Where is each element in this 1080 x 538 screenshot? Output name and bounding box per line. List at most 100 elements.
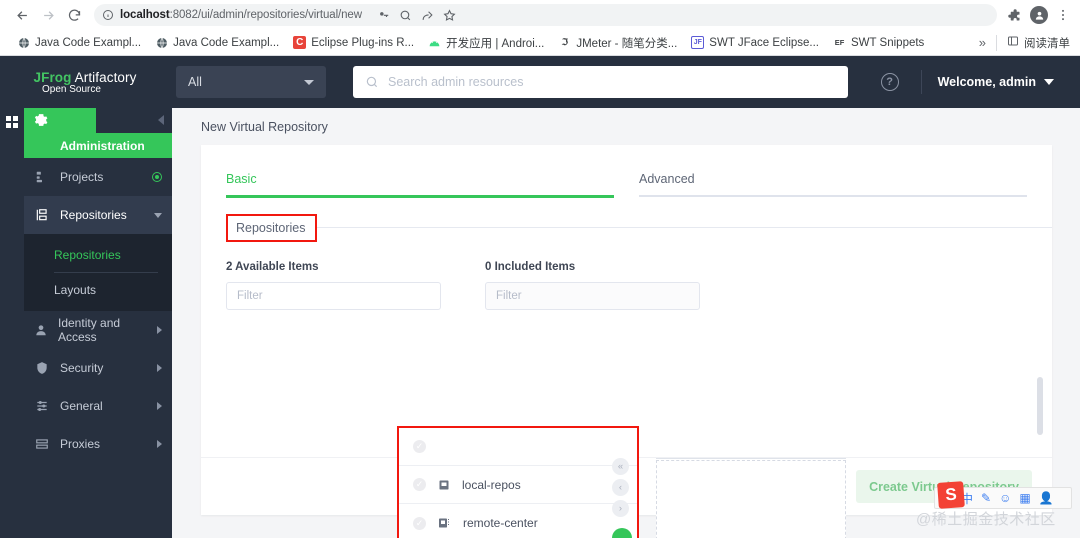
divider	[996, 34, 997, 51]
chevron-left-button[interactable]: ‹	[612, 479, 629, 496]
watermark: @稀土掘金技术社区	[916, 511, 1056, 528]
chevron-down-icon	[154, 212, 162, 218]
user-menu[interactable]: Welcome, admin	[938, 75, 1054, 89]
gear-icon	[34, 113, 48, 129]
emoji-icon[interactable]: ☺	[999, 491, 1011, 505]
included-filter-input[interactable]: Filter	[485, 281, 700, 310]
bookmarks-overflow-group: » 阅读清单	[979, 34, 1070, 51]
admin-search-box[interactable]: Search admin resources	[353, 66, 848, 98]
app-logo-title: JFrog Artifactory	[34, 70, 137, 85]
list-item[interactable]: ✓ local-repos	[399, 466, 637, 504]
module-rail	[0, 108, 24, 538]
bookmarks-overflow-button[interactable]: »	[979, 35, 986, 50]
tab-advanced[interactable]: Advanced	[639, 172, 1027, 198]
sidebar-item-security[interactable]: Security	[24, 349, 172, 387]
collapse-left-icon[interactable]	[158, 115, 164, 125]
user-icon[interactable]: 👤	[1039, 491, 1054, 505]
unchecked-circle-icon[interactable]: ✓	[413, 478, 426, 491]
transfer-buttons: « ‹ ›	[612, 458, 629, 517]
help-circle-icon[interactable]: ?	[880, 73, 899, 91]
tab-label: Advanced	[639, 172, 695, 186]
sidebar-item-identity-and-access[interactable]: Identity and Access	[24, 311, 172, 349]
sidebar-item-proxies[interactable]: Proxies	[24, 425, 172, 463]
form-tabs: Basic Advanced	[201, 145, 1052, 198]
app-logo-brand: JFrog	[33, 69, 72, 85]
jmeter-icon: ℑ	[561, 37, 568, 47]
chevron-right-button[interactable]: ›	[612, 500, 629, 517]
url-text: localhost:8082/ui/admin/repositories/vir…	[120, 9, 362, 21]
globe-icon	[155, 36, 168, 49]
admin-search-placeholder: Search admin resources	[388, 75, 524, 89]
transfer-lists: 2 Available Items Filter 0 Included Item…	[201, 242, 1052, 310]
sogou-ime-logo[interactable]: S	[937, 481, 965, 509]
sidebar-item-label: Security	[60, 361, 104, 375]
share-icon[interactable]	[421, 9, 434, 22]
omnibox-actions	[368, 8, 456, 22]
reading-list-button[interactable]: 阅读清单	[1007, 35, 1070, 51]
bookmark-item[interactable]: 开发应用 | Androi...	[421, 33, 551, 53]
site-info-icon[interactable]	[102, 9, 114, 21]
chevron-right-icon	[157, 326, 162, 334]
bookmark-item[interactable]: Java Code Exampl...	[148, 34, 286, 51]
extensions-puzzle-icon[interactable]	[1007, 8, 1022, 23]
bookmark-item[interactable]: JF SWT JFace Eclipse...	[684, 34, 826, 51]
apps-grid-icon[interactable]	[6, 116, 18, 128]
reading-list-icon	[1007, 35, 1019, 50]
handwriting-icon[interactable]: ✎	[981, 491, 991, 505]
tab-basic[interactable]: Basic	[226, 172, 614, 198]
sidebar-item-general[interactable]: General	[24, 387, 172, 425]
swt-icon: JF	[691, 36, 705, 49]
list-item-label: remote-center	[463, 516, 538, 530]
list-item[interactable]: ✓ remote-center	[399, 504, 637, 538]
divider	[54, 272, 158, 273]
chrome-right-actions	[999, 6, 1070, 24]
star-icon[interactable]	[443, 8, 456, 22]
included-items-dropzone[interactable]	[656, 460, 846, 538]
address-bar[interactable]: localhost:8082/ui/admin/repositories/vir…	[94, 4, 997, 26]
unchecked-circle-icon[interactable]: ✓	[413, 440, 426, 453]
sidebar-subitem-label: Layouts	[54, 283, 97, 297]
url-path: :8082/ui/admin/repositories/virtual/new	[169, 9, 362, 21]
reload-button[interactable]	[62, 3, 86, 27]
app-logo[interactable]: JFrog Artifactory Open Source	[0, 56, 170, 108]
divider	[315, 227, 1052, 228]
repositories-icon	[34, 208, 50, 222]
module-tab-administration[interactable]	[24, 108, 96, 133]
list-item[interactable]: ✓	[399, 428, 637, 466]
sliders-icon	[34, 399, 50, 413]
sidebar-item-label: Repositories	[60, 208, 127, 222]
available-filter-input[interactable]: Filter	[226, 281, 441, 310]
bookmark-label: JMeter - 随笔分类...	[576, 37, 678, 50]
available-column: 2 Available Items Filter	[226, 261, 441, 310]
keyboard-icon[interactable]: ▦	[1019, 491, 1030, 505]
sidebar-item-projects[interactable]: Projects	[24, 158, 172, 196]
user-menu-label: Welcome, admin	[937, 75, 1036, 89]
unchecked-circle-icon[interactable]: ✓	[413, 516, 426, 530]
bookmark-item[interactable]: ℑ JMeter - 随笔分类...	[551, 33, 684, 53]
bookmark-item[interactable]: C Eclipse Plug-ins R...	[286, 34, 421, 51]
bookmark-label: Java Code Exampl...	[35, 36, 142, 49]
chrome-menu-icon[interactable]	[1056, 8, 1070, 22]
search-icon[interactable]	[399, 9, 412, 22]
c-square-icon: C	[293, 36, 307, 49]
back-button[interactable]	[10, 3, 34, 27]
bookmark-item[interactable]: Java Code Exampl...	[10, 34, 148, 51]
bookmark-label: Java Code Exampl...	[173, 36, 280, 49]
page-title: New Virtual Repository	[201, 120, 328, 134]
android-icon	[428, 36, 441, 49]
sidebar-subitem-layouts[interactable]: Layouts	[24, 275, 172, 305]
bookmark-label: SWT JFace Eclipse...	[709, 36, 820, 49]
url-host: localhost	[120, 9, 170, 21]
forward-button[interactable]	[36, 3, 60, 27]
search-scope-dropdown[interactable]: All	[176, 66, 326, 98]
profile-avatar-icon[interactable]	[1030, 6, 1048, 24]
sidebar-subitem-repositories[interactable]: Repositories	[24, 240, 172, 270]
bookmark-item[interactable]: EF SWT Snippets	[826, 34, 931, 51]
double-chevron-left-button[interactable]: «	[612, 458, 629, 475]
remote-repository-icon	[438, 517, 451, 529]
sidebar-item-label: Identity and Access	[58, 316, 121, 344]
scrollbar-thumb[interactable]	[1037, 377, 1043, 435]
key-icon[interactable]	[376, 8, 390, 22]
sidebar-item-repositories[interactable]: Repositories	[24, 196, 172, 234]
